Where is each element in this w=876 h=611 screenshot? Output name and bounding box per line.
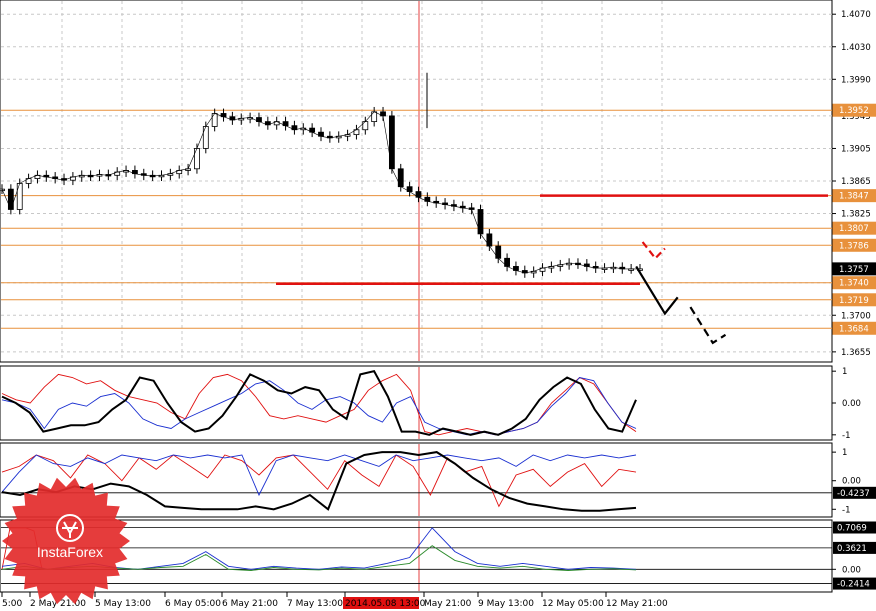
candle-body (504, 257, 510, 267)
candle-body (477, 209, 484, 235)
osc-axis-label: 1 (842, 448, 847, 458)
osc-axis-label: -1 (842, 431, 850, 441)
instaforex-wordmark: InstaForex (37, 544, 103, 560)
candle-body (16, 183, 23, 210)
level-tag: 1.3847 (839, 192, 869, 202)
candle-body (211, 113, 218, 127)
level-tag: 1.3740 (839, 279, 869, 289)
time-label: 9 May 13:00 (478, 599, 534, 609)
osc-axis-label: -1 (842, 505, 850, 515)
time-label: 12 May 21:00 (606, 599, 668, 609)
osc-axis-label: 0.00 (842, 477, 861, 487)
time-label: 12 May 05:00 (542, 599, 604, 609)
axis-tick-label: 1.3990 (841, 75, 871, 85)
forex-chart: 1 0.00 -1 1 0.00 -1 -0.4237 0.00 0.7069 0.3621 -… (0, 0, 876, 609)
axis-tick-label: 1.3825 (841, 210, 871, 220)
level-tag: 1.3786 (839, 241, 869, 251)
axis-tick-label: 1.3865 (841, 177, 871, 187)
time-label: May 21:00 (424, 599, 472, 609)
axis-tick-label: 1.4070 (841, 10, 871, 20)
marked-time-label: 2014.05.08 13:00 (345, 599, 426, 609)
axis-tick-label: 1.3700 (841, 311, 871, 321)
axis-tick-label: 1.3655 (841, 348, 871, 358)
osc-axis-label: 1 (842, 367, 847, 377)
candle-body (486, 233, 493, 247)
osc-axis-label: 0.00 (842, 399, 861, 409)
level-tag: 1.3807 (839, 224, 869, 234)
time-label: 5:00 (2, 599, 22, 609)
osc-level-tag: 0.3621 (837, 544, 867, 554)
time-label: 7 May 13:00 (287, 599, 343, 609)
level-tag: 1.3952 (839, 106, 869, 116)
level-tag: 1.3719 (839, 296, 869, 306)
osc-axis-label: 0.00 (842, 565, 861, 575)
osc-level-tag: -0.4237 (837, 489, 870, 499)
osc-level-tag: 0.7069 (837, 524, 867, 534)
candle-body (495, 245, 502, 259)
level-tag: 1.3684 (839, 324, 869, 334)
price-axis: 1.40701.40301.39901.39451.39051.38651.38… (832, 10, 876, 358)
time-axis: 5:00 2 May 21:00 5 May 13:00 6 May 05:00 6 M… (1, 592, 668, 609)
time-label: 6 May 05:00 (165, 599, 221, 609)
candle-body (194, 148, 200, 170)
candle-body (388, 115, 395, 170)
axis-tick-label: 1.4030 (841, 43, 871, 53)
osc-level-tag: -0.2414 (837, 580, 870, 590)
current-price-tag: 1.3757 (839, 265, 869, 275)
time-label: 5 May 13:00 (95, 599, 151, 609)
oscillator-1-panel (0, 365, 833, 441)
time-label: 6 May 21:00 (222, 599, 278, 609)
axis-tick-label: 1.3905 (841, 144, 871, 154)
candle-body (7, 188, 14, 210)
candle-body (371, 111, 378, 123)
candle-body (202, 126, 209, 149)
candle-body (397, 168, 404, 188)
